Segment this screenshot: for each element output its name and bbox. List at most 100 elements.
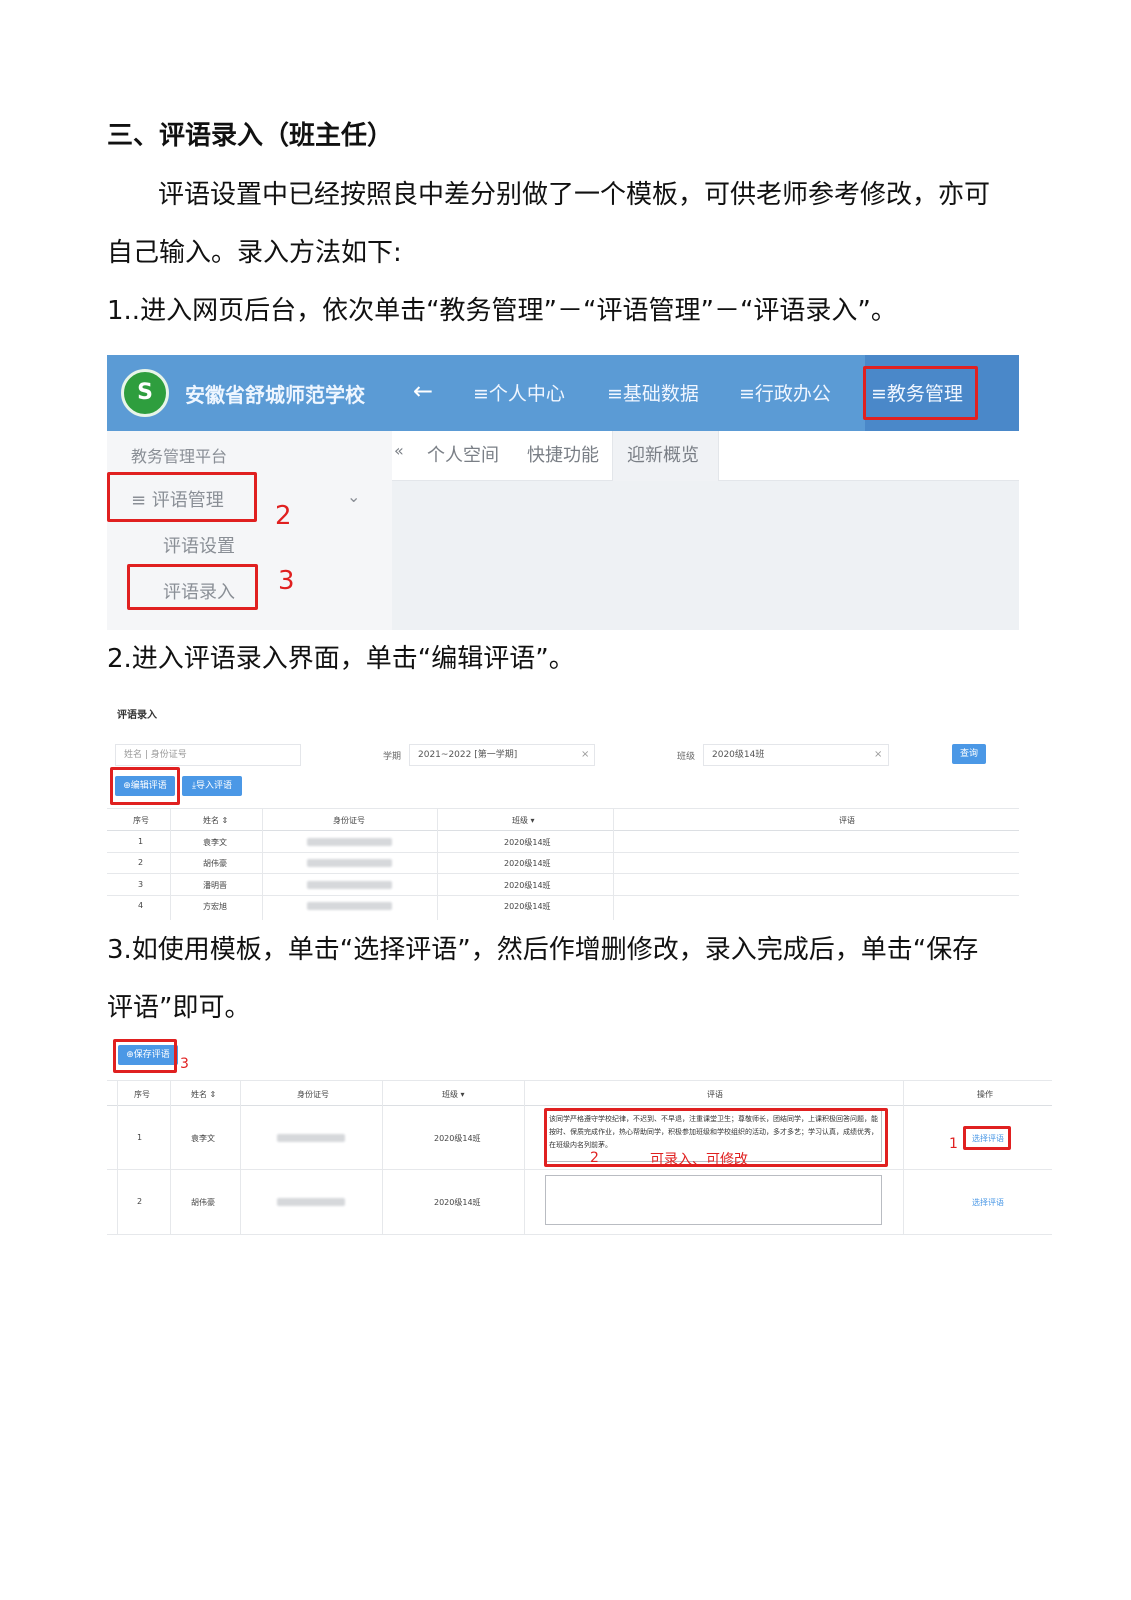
table-divider	[170, 808, 171, 920]
table-divider	[437, 808, 438, 920]
table-divider	[524, 1080, 525, 1235]
school-logo-icon: S	[121, 369, 169, 417]
table-divider	[903, 1080, 904, 1235]
annotation-number-save: 3	[180, 1056, 189, 1072]
annotation-number-3: 3	[278, 566, 295, 596]
tabs-prev-icon[interactable]: «	[394, 441, 404, 460]
table-row-class: 2020级14班	[434, 1134, 481, 1143]
table-divider	[107, 830, 1019, 831]
annotation-box-2	[107, 472, 257, 522]
tab-enrollment-overview[interactable]: 迎新概览	[627, 441, 699, 467]
table-divider	[107, 808, 1019, 809]
table-divider	[107, 1080, 1052, 1081]
sidebar-title: 教务管理平台	[131, 447, 228, 466]
table-divider	[613, 808, 614, 920]
table-row-name: 胡伟豪	[191, 1198, 215, 1207]
chevron-down-icon[interactable]: ⌄	[347, 487, 360, 506]
sidebar-item-comment-settings[interactable]: 评语设置	[163, 532, 235, 558]
annotation-number-select: 1	[949, 1136, 958, 1152]
query-button[interactable]: 查询	[952, 744, 986, 764]
table-row-class: 2020级14班	[504, 859, 551, 868]
blurred-id	[307, 902, 392, 910]
table-divider	[170, 1080, 171, 1235]
school-name: 安徽省舒城师范学校	[185, 383, 365, 407]
blurred-id	[307, 838, 392, 846]
paragraph-line: 评语设置中已经按照良中差分别做了一个模板，可供老师参考修改，亦可	[158, 180, 991, 210]
admin-portal-screenshot: S 安徽省舒城师范学校 ← ≡个人中心 ≡基础数据 ≡行政办公 ≡教务管理 1 …	[107, 355, 1019, 630]
annotation-number-textarea: 2	[590, 1150, 599, 1166]
table-row-no: 3	[138, 880, 144, 889]
table-row-no: 2	[138, 858, 144, 867]
column-header-no: 序号	[133, 816, 149, 825]
column-header-no: 序号	[134, 1090, 150, 1099]
tab-quick-functions[interactable]: 快捷功能	[527, 441, 599, 467]
table-divider	[107, 852, 1019, 853]
comment-entry-list-screenshot: 评语录入 姓名 | 身份证号 学期 2021~2022 [第一学期] × 班级 …	[107, 700, 1019, 920]
comment-textarea[interactable]	[545, 1175, 882, 1225]
column-header-name[interactable]: 姓名 ⇕	[203, 815, 228, 826]
table-divider	[262, 808, 263, 920]
table-row-no: 1	[138, 837, 144, 846]
table-row-name: 袁李文	[191, 1134, 215, 1143]
table-row-class: 2020级14班	[434, 1198, 481, 1207]
column-header-class[interactable]: 班级 ▾	[512, 815, 535, 826]
class-clear-icon[interactable]: ×	[874, 749, 882, 760]
table-row-no: 4	[138, 901, 144, 910]
step-2-text: 2.进入评语录入界面，单击“编辑评语”。	[107, 644, 575, 674]
blurred-id	[307, 859, 392, 867]
step-3-text: 评语”即可。	[107, 993, 251, 1023]
term-label: 学期	[383, 752, 402, 762]
table-divider	[107, 1169, 1052, 1170]
table-row-name: 胡伟豪	[203, 859, 227, 868]
table-divider	[107, 1105, 1052, 1106]
class-select[interactable]: 2020级14班	[703, 744, 889, 766]
term-select[interactable]: 2021~2022 [第一学期]	[409, 744, 595, 766]
table-divider	[382, 1080, 383, 1235]
table-divider	[117, 1080, 118, 1235]
annotation-box-edit	[110, 767, 180, 805]
blurred-id	[307, 881, 392, 889]
nav-item-basic-data[interactable]: ≡基础数据	[607, 379, 699, 406]
search-input[interactable]: 姓名 | 身份证号	[115, 744, 301, 766]
table-divider	[107, 1234, 1052, 1235]
table-row-class: 2020级14班	[504, 881, 551, 890]
import-comment-button[interactable]: ⤓导入评语	[182, 776, 242, 796]
blurred-id	[277, 1198, 345, 1206]
table-divider	[107, 895, 1019, 896]
step-3-text: 3.如使用模板，单击“选择评语”，然后作增删修改，录入完成后，单击“保存	[107, 935, 979, 965]
page-title: 评语录入	[117, 710, 157, 721]
column-header-comment: 评语	[839, 816, 855, 825]
table-row-no: 2	[137, 1197, 143, 1206]
annotation-box-select	[963, 1126, 1011, 1150]
nav-item-admin-office[interactable]: ≡行政办公	[739, 379, 831, 406]
paragraph-line: 自己输入。录入方法如下:	[107, 238, 402, 268]
select-comment-link[interactable]: 选择评语	[972, 1197, 1004, 1208]
annotation-editable-note: 可录入、可修改	[650, 1152, 748, 1168]
table-row-class: 2020级14班	[504, 838, 551, 847]
blurred-id	[277, 1134, 345, 1142]
annotation-box-1	[863, 366, 978, 420]
column-header-name[interactable]: 姓名 ⇕	[191, 1089, 216, 1100]
column-header-id: 身份证号	[297, 1090, 329, 1099]
column-header-id: 身份证号	[333, 816, 365, 825]
column-header-action: 操作	[977, 1090, 993, 1099]
class-label: 班级	[677, 752, 696, 762]
annotation-number-2: 2	[275, 501, 292, 531]
column-header-class[interactable]: 班级 ▾	[442, 1089, 465, 1100]
table-row-class: 2020级14班	[504, 902, 551, 911]
arrow-left-icon[interactable]: ←	[413, 377, 433, 405]
table-row-no: 1	[137, 1133, 143, 1142]
step-1-text: 1..进入网页后台，依次单击“教务管理”－“评语管理”－“评语录入”。	[107, 296, 897, 326]
table-row-name: 袁李文	[203, 838, 227, 847]
table-row-name: 潘明晋	[203, 881, 227, 890]
section-heading: 三、评语录入（班主任）	[107, 121, 394, 151]
table-divider	[240, 1080, 241, 1235]
column-header-comment: 评语	[707, 1090, 723, 1099]
annotation-box-save	[113, 1039, 177, 1073]
table-divider	[107, 873, 1019, 874]
comment-editor-screenshot: ⊕保存评语 3 序号 姓名 ⇕ 身份证号 班级 ▾ 评语 操作 1 袁李文 20…	[107, 1035, 1052, 1250]
annotation-box-3	[127, 564, 258, 610]
term-clear-icon[interactable]: ×	[581, 749, 589, 760]
nav-item-personal-center[interactable]: ≡个人中心	[473, 379, 565, 406]
tab-personal-space[interactable]: 个人空间	[427, 441, 499, 467]
